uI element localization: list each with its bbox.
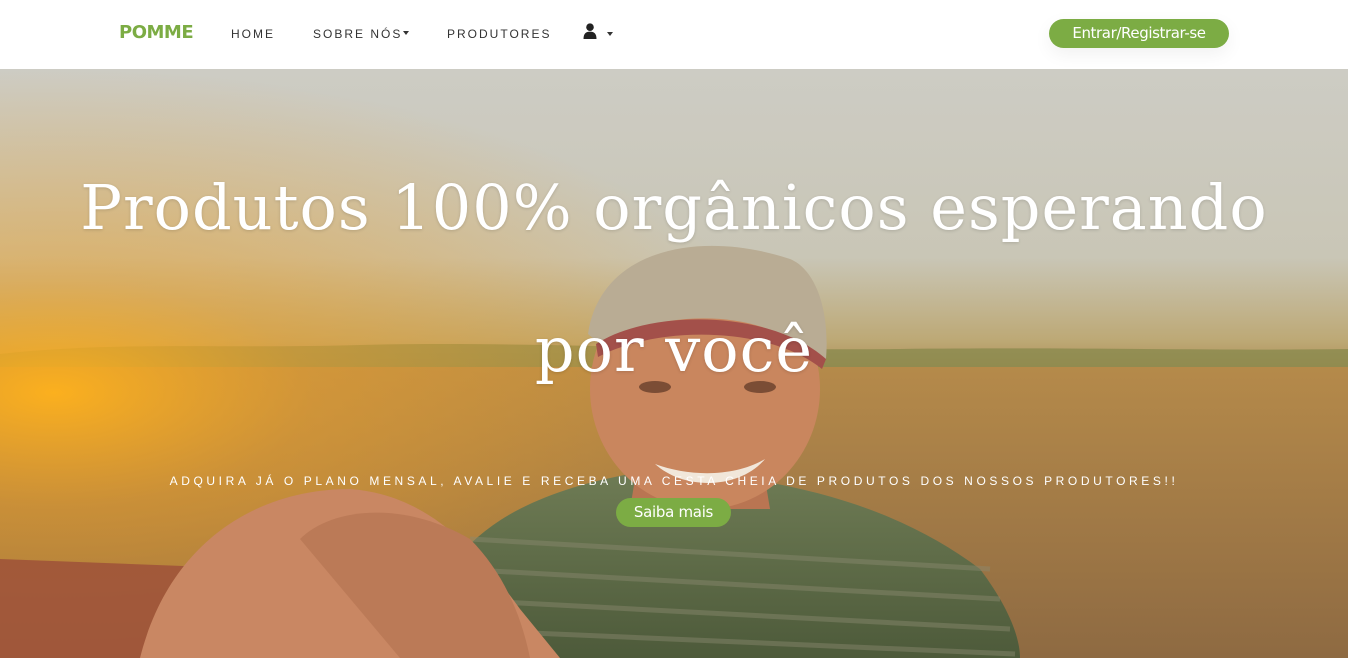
user-menu-chevron-down-icon [607,32,613,36]
hero-subtitle: Adquira já o plano mensal, avalie e rece… [169,474,1179,488]
hero-banner: Produtos 100% orgânicos esperando por vo… [0,69,1348,658]
brand-logo[interactable]: POMME [119,22,194,43]
saiba-mais-button[interactable]: Saiba mais [616,498,731,527]
navbar: POMME HOME SOBRE NÓS PRODUTORES Entrar/R… [0,0,1348,69]
hero-title: Produtos 100% orgânicos esperando por vo… [80,171,1268,386]
user-icon [583,23,597,39]
user-menu[interactable] [583,23,617,43]
nav-item-produtores[interactable]: PRODUTORES [447,27,551,41]
login-register-button[interactable]: Entrar/Registrar-se [1049,19,1229,48]
nav-item-sobre-nos-label: SOBRE NÓS [313,27,403,41]
chevron-down-icon [403,31,410,36]
nav-item-sobre-nos[interactable]: SOBRE NÓS [313,27,410,41]
nav-item-home[interactable]: HOME [231,27,275,41]
